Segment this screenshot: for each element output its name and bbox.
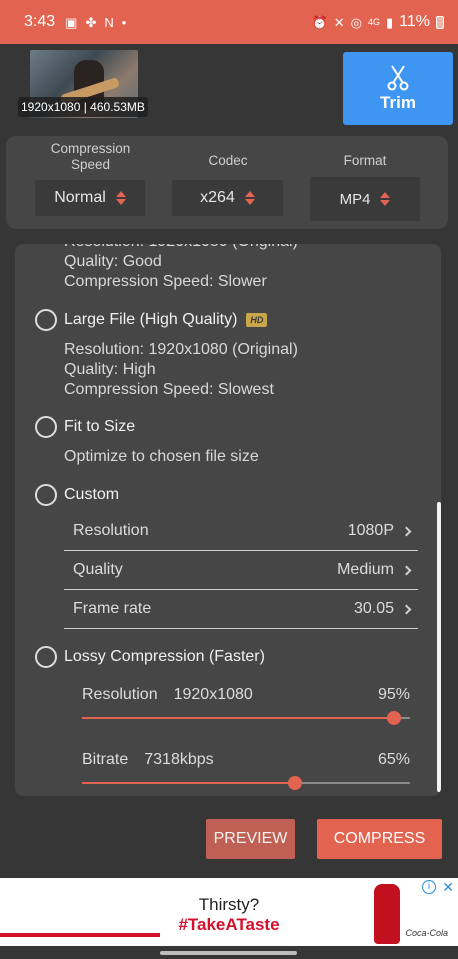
row-value: 30.05 xyxy=(353,600,394,617)
settings-card: Compression Speed Normal Codec x264 Form… xyxy=(6,136,448,229)
lossy-bitrate-label-row: Bitrate 7318kbps 65% xyxy=(82,751,410,769)
ad-brand-logo: Coca-Cola xyxy=(405,928,448,938)
row-value: Medium xyxy=(337,561,394,578)
partial-option-resolution: Resolution: 1920x1080 (Original) xyxy=(64,244,298,252)
slider-value: 7318kbps xyxy=(144,751,214,768)
select-arrows-icon xyxy=(115,191,126,205)
compress-button[interactable]: COMPRESS xyxy=(317,819,442,859)
option-custom[interactable]: Custom xyxy=(35,484,119,506)
partial-option-quality: Quality: Good xyxy=(64,253,162,270)
fan-icon: ✤ xyxy=(85,14,97,30)
format-title: Format xyxy=(343,153,387,168)
slider-handle[interactable] xyxy=(386,711,401,725)
row-label: Resolution xyxy=(73,522,149,539)
trim-button[interactable]: Trim xyxy=(343,52,453,125)
scissors-icon xyxy=(387,64,409,90)
row-value: 1080P xyxy=(347,522,394,539)
fit-to-size-description: Optimize to chosen file size xyxy=(64,448,259,465)
chevron-right-icon xyxy=(401,565,412,575)
network-type-icon: 4G xyxy=(367,16,380,27)
trim-label: Trim xyxy=(380,92,416,112)
hd-badge-icon: HD xyxy=(246,313,268,327)
format-select[interactable]: MP4 xyxy=(310,177,420,221)
mute-icon: ✕ xyxy=(333,14,345,30)
status-time: 3:43 xyxy=(24,13,56,30)
signal-icon: ▮ xyxy=(386,14,394,30)
option-fit-to-size[interactable]: Fit to Size xyxy=(35,416,135,438)
slider-percent: 65% xyxy=(377,751,410,768)
custom-row-resolution[interactable]: Resolution 1080P xyxy=(64,512,418,551)
n-icon: N xyxy=(104,14,114,30)
compression-options-list[interactable]: Resolution: 1920x1080 (Original) Quality… xyxy=(15,244,441,796)
gallery-icon: ▣ xyxy=(65,14,78,30)
battery-icon xyxy=(436,15,444,29)
slider-handle[interactable] xyxy=(288,776,303,790)
row-label: Quality xyxy=(73,561,123,578)
dot-icon: • xyxy=(121,14,127,30)
slider-value: 1920x1080 xyxy=(173,686,253,703)
option-large-file[interactable]: Large File (High Quality) HD xyxy=(35,309,268,331)
video-info-chip: 1920x1080 | 460.53MB xyxy=(18,97,148,117)
custom-row-quality[interactable]: Quality Medium xyxy=(64,551,418,590)
slider-fill xyxy=(82,717,394,719)
large-file-quality: Quality: High xyxy=(64,361,156,378)
status-bar: 3:43 ▣ ✤ N • ⏰ ✕ ◎ 4G ▮ 11% xyxy=(0,0,458,44)
slider-label: Resolution xyxy=(82,686,158,703)
preview-button[interactable]: PREVIEW xyxy=(206,819,295,859)
codec-title: Codec xyxy=(208,153,248,168)
chevron-right-icon xyxy=(401,526,412,536)
lossy-resolution-label-row: Resolution 1920x1080 95% xyxy=(82,686,410,704)
codec-select[interactable]: x264 xyxy=(172,180,283,216)
large-file-speed: Compression Speed: Slowest xyxy=(64,381,274,398)
radio-large-file[interactable] xyxy=(35,309,57,331)
option-lossy[interactable]: Lossy Compression (Faster) xyxy=(35,646,265,668)
ad-close-icon[interactable]: ✕ xyxy=(442,879,454,896)
radio-custom[interactable] xyxy=(35,484,57,506)
radio-fit-to-size[interactable] xyxy=(35,416,57,438)
battery-percent: 11% xyxy=(399,13,430,30)
home-indicator[interactable] xyxy=(160,951,297,955)
large-file-resolution: Resolution: 1920x1080 (Original) xyxy=(64,341,298,358)
lossy-label: Lossy Compression (Faster) xyxy=(64,648,265,665)
partial-option-speed: Compression Speed: Slower xyxy=(64,273,267,290)
compression-speed-select[interactable]: Normal xyxy=(35,180,145,216)
radio-lossy[interactable] xyxy=(35,646,57,668)
hotspot-icon: ◎ xyxy=(350,14,362,30)
resolution-slider[interactable] xyxy=(82,711,410,725)
list-scrollbar[interactable] xyxy=(437,502,441,792)
select-arrows-icon xyxy=(380,192,391,206)
ad-info-icon[interactable]: i xyxy=(422,880,436,894)
slider-fill xyxy=(82,782,296,784)
ad-banner[interactable]: Thirsty? #TakeATaste i ✕ Coca-Cola xyxy=(0,878,458,946)
chevron-right-icon xyxy=(401,604,412,614)
alarm-icon: ⏰ xyxy=(311,14,328,30)
large-file-label: Large File (High Quality) xyxy=(64,311,238,328)
row-label: Frame rate xyxy=(73,600,152,617)
custom-row-frame-rate[interactable]: Frame rate 30.05 xyxy=(64,590,418,629)
slider-percent: 95% xyxy=(377,686,410,703)
navigation-bar xyxy=(0,946,458,959)
select-arrows-icon xyxy=(244,191,255,205)
bitrate-slider[interactable] xyxy=(82,776,410,790)
slider-label: Bitrate xyxy=(82,751,129,768)
compression-speed-title: Compression Speed xyxy=(50,141,131,172)
custom-label: Custom xyxy=(64,486,120,503)
fit-to-size-label: Fit to Size xyxy=(64,418,136,435)
bottle-icon xyxy=(374,884,400,944)
